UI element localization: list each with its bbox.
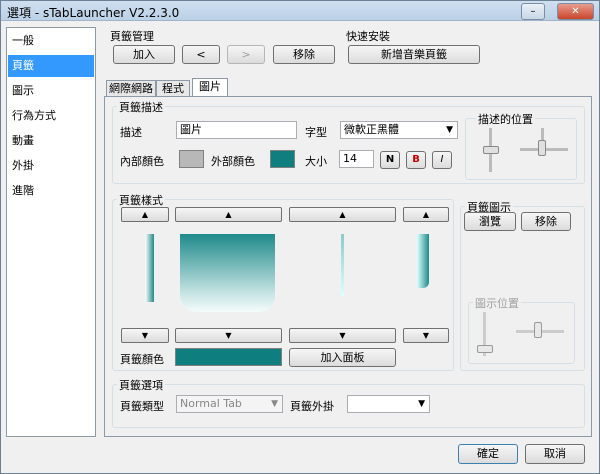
desc-group-title: 頁籤描述 <box>117 99 165 115</box>
style-down-left-button[interactable]: ▼ <box>121 328 169 343</box>
tab-plugin-select[interactable]: ▼ <box>347 395 430 413</box>
tab-type-value: Normal Tab <box>180 397 242 410</box>
add-tab-button[interactable]: 加入 <box>113 45 175 64</box>
quick-install-title: 快速安裝 <box>346 30 390 43</box>
tab-color-swatch[interactable] <box>175 348 282 366</box>
bold-button[interactable]: B <box>406 151 426 169</box>
normal-style-button[interactable]: N <box>380 151 400 169</box>
style-down-far-button[interactable]: ▼ <box>403 328 449 343</box>
sidebar-item-plugins[interactable]: 外掛 <box>8 155 94 177</box>
minimize-button[interactable]: – <box>521 3 545 20</box>
font-select-value: 微軟正黑體 <box>344 123 399 136</box>
desc-label: 描述 <box>120 126 142 139</box>
style-up-right-button[interactable]: ▲ <box>289 207 396 222</box>
icon-vslider-thumb[interactable] <box>477 345 493 353</box>
next-tab-button[interactable]: > <box>227 45 265 64</box>
sidebar-item-animation[interactable]: 動畫 <box>8 130 94 152</box>
style-down-center-button[interactable]: ▼ <box>175 328 282 343</box>
chevron-down-icon: ▼ <box>271 399 278 409</box>
remove-tab-button[interactable]: 移除 <box>273 45 335 64</box>
tab-preview-far <box>417 234 429 288</box>
tab-programs[interactable]: 程式 <box>156 80 190 97</box>
icon-pos-title: 圖示位置 <box>473 295 521 311</box>
outer-color-label: 外部顏色 <box>211 155 255 168</box>
sidebar-item-behavior[interactable]: 行為方式 <box>8 105 94 127</box>
chevron-down-icon: ▼ <box>418 399 425 409</box>
tab-preview-left <box>145 234 154 302</box>
browse-icon-button[interactable]: 瀏覽 <box>464 212 516 231</box>
desc-pos-title: 描述的位置 <box>476 111 535 127</box>
size-input[interactable]: 14 <box>339 150 374 168</box>
ok-button[interactable]: 確定 <box>458 444 518 464</box>
tab-mgmt-title: 頁籤管理 <box>110 30 154 43</box>
sidebar: 一般 頁籤 圖示 行為方式 動畫 外掛 進階 <box>6 27 96 437</box>
sidebar-item-tabs[interactable]: 頁籤 <box>8 55 94 77</box>
icon-hslider-thumb[interactable] <box>534 322 542 338</box>
inner-color-label: 內部顏色 <box>120 155 164 168</box>
title-bar[interactable]: 選項 - sTabLauncher V2.2.3.0 – □ ✕ <box>1 1 599 21</box>
cancel-button[interactable]: 取消 <box>525 444 585 464</box>
tab-plugin-label: 頁籤外掛 <box>290 400 334 413</box>
style-group-title: 頁籤樣式 <box>117 192 165 208</box>
font-label: 字型 <box>305 126 327 139</box>
new-music-tab-button[interactable]: 新增音樂頁籤 <box>348 45 480 64</box>
desc-input[interactable]: 圖片 <box>176 121 297 139</box>
remove-icon-button[interactable]: 移除 <box>521 212 571 231</box>
desc-hslider-thumb[interactable] <box>538 140 546 156</box>
inner-color-swatch[interactable] <box>179 150 204 168</box>
style-up-far-button[interactable]: ▲ <box>403 207 449 222</box>
outer-color-swatch[interactable] <box>270 150 295 168</box>
sidebar-item-icons[interactable]: 圖示 <box>8 80 94 102</box>
italic-button[interactable]: I <box>432 151 452 169</box>
options-group-title: 頁籤選項 <box>117 377 165 393</box>
style-up-center-button[interactable]: ▲ <box>175 207 282 222</box>
tab-preview-center <box>180 234 275 312</box>
tab-type-label: 頁籤類型 <box>120 400 164 413</box>
style-group <box>112 199 454 371</box>
close-button[interactable]: ✕ <box>557 3 594 20</box>
desc-vslider-thumb[interactable] <box>483 146 499 154</box>
tab-color-label: 頁籤顏色 <box>120 353 164 366</box>
style-up-left-button[interactable]: ▲ <box>121 207 169 222</box>
chevron-down-icon: ▼ <box>446 125 453 135</box>
tab-type-select[interactable]: Normal Tab ▼ <box>176 395 283 413</box>
tab-pictures[interactable]: 圖片 <box>192 78 228 97</box>
tab-preview-right <box>341 234 344 296</box>
tab-internet[interactable]: 網際網路 <box>106 80 156 97</box>
font-select[interactable]: 微軟正黑體 ▼ <box>340 121 458 139</box>
desc-hslider-mark <box>541 128 544 140</box>
add-panel-button[interactable]: 加入面板 <box>289 348 396 367</box>
style-down-right-button[interactable]: ▼ <box>289 328 396 343</box>
window-title: 選項 - sTabLauncher V2.2.3.0 <box>7 6 180 20</box>
sidebar-item-advanced[interactable]: 進階 <box>8 180 94 202</box>
size-label: 大小 <box>305 155 327 168</box>
sidebar-item-general[interactable]: 一般 <box>8 30 94 52</box>
prev-tab-button[interactable]: < <box>182 45 220 64</box>
